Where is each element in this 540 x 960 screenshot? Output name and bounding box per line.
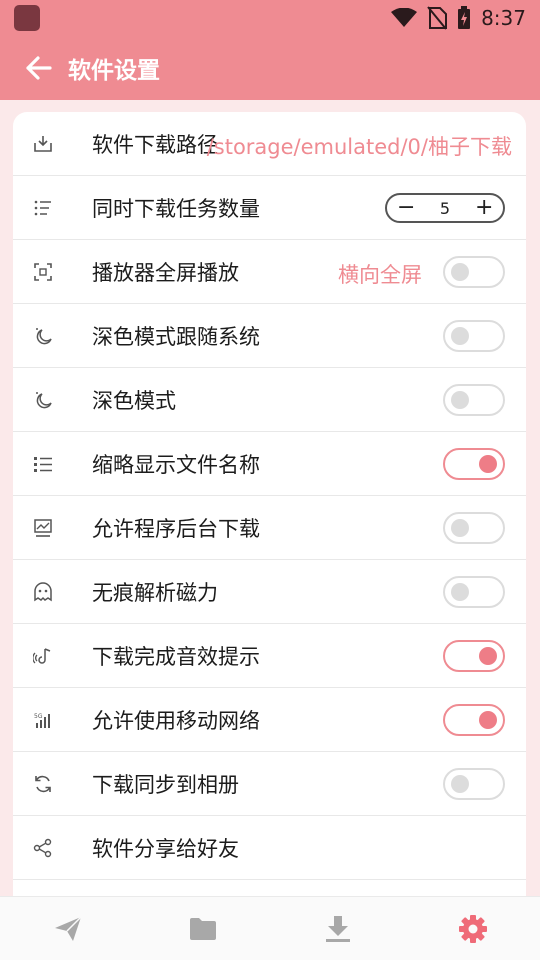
arrow-left-icon[interactable] [24, 53, 54, 83]
setting-label: 下载同步到相册 [92, 772, 239, 797]
toggle-knob [479, 455, 497, 473]
setting-label: 深色模式 [92, 388, 176, 413]
sound-hint-toggle[interactable] [443, 640, 505, 672]
setting-sync-album: 下载同步到相册 [13, 752, 526, 816]
dark-mode-toggle[interactable] [443, 384, 505, 416]
fullscreen-toggle[interactable] [443, 256, 505, 288]
download-path-value: /storage/emulated/0/柚子下载 [206, 135, 512, 159]
setting-traceless-magnet: 无痕解析磁力 [13, 560, 526, 624]
fullscreen-icon [33, 262, 53, 282]
setting-fullscreen: 播放器全屏播放 横向全屏 [13, 240, 526, 304]
toggle-knob [451, 263, 469, 281]
settings-list: 软件下载路径 /storage/emulated/0/柚子下载 同时下载任务数量… [13, 112, 526, 912]
setting-label: 深色模式跟随系统 [92, 324, 260, 349]
setting-label: 允许使用移动网络 [92, 708, 260, 733]
folder-icon[interactable] [173, 899, 233, 959]
stepper-minus-button[interactable]: − [397, 197, 415, 219]
setting-sound-hint: 下载完成音效提示 [13, 624, 526, 688]
setting-short-filename: 缩略显示文件名称 [13, 432, 526, 496]
moon-icon [33, 390, 53, 410]
wifi-icon [391, 8, 418, 28]
ghost-icon [33, 581, 53, 602]
setting-label: 下载完成音效提示 [92, 644, 260, 669]
status-time: 8:37 [481, 6, 526, 30]
sound-icon [33, 646, 53, 666]
toggle-knob [451, 583, 469, 601]
mobile-network-toggle[interactable] [443, 704, 505, 736]
app-bar: 软件设置 [0, 36, 540, 100]
setting-share[interactable]: 软件分享给好友 [13, 816, 526, 880]
share-icon [33, 838, 53, 858]
setting-label: 同时下载任务数量 [92, 196, 260, 221]
status-bar: 8:37 [0, 0, 540, 36]
setting-label: 播放器全屏播放 [92, 260, 239, 285]
toggle-knob [479, 647, 497, 665]
svg-text:5G: 5G [34, 713, 43, 720]
setting-background-download: 允许程序后台下载 [13, 496, 526, 560]
download-tray-icon [33, 134, 53, 154]
stepper-value: 5 [439, 198, 451, 218]
fullscreen-mode-value[interactable]: 横向全屏 [338, 259, 422, 289]
short-filename-toggle[interactable] [443, 448, 505, 480]
setting-mobile-network: 5G 允许使用移动网络 [13, 688, 526, 752]
concurrent-stepper: − 5 + [385, 193, 505, 223]
battery-charging-icon [457, 6, 471, 30]
page-title: 软件设置 [68, 58, 160, 84]
dark-follow-toggle[interactable] [443, 320, 505, 352]
toggle-knob [451, 327, 469, 345]
setting-dark-mode: 深色模式 [13, 368, 526, 432]
sync-album-toggle[interactable] [443, 768, 505, 800]
toggle-knob [451, 391, 469, 409]
toggle-knob [451, 775, 469, 793]
no-sim-icon [427, 6, 448, 30]
setting-download-path[interactable]: 软件下载路径 /storage/emulated/0/柚子下载 [13, 112, 526, 176]
stepper-plus-button[interactable]: + [475, 197, 493, 219]
setting-label: 允许程序后台下载 [92, 516, 260, 541]
app-icon [14, 5, 40, 31]
background-download-toggle[interactable] [443, 512, 505, 544]
traceless-toggle[interactable] [443, 576, 505, 608]
setting-label: 无痕解析磁力 [92, 580, 218, 605]
setting-concurrent-tasks: 同时下载任务数量 − 5 + [13, 176, 526, 240]
toggle-knob [451, 519, 469, 537]
setting-label: 软件分享给好友 [92, 836, 239, 861]
bottom-nav [0, 896, 540, 960]
toggle-knob [479, 711, 497, 729]
moon-icon [33, 326, 53, 346]
setting-label: 软件下载路径 [92, 132, 218, 157]
signal-icon: 5G [33, 710, 53, 730]
bulleted-list-icon [33, 454, 53, 474]
sync-icon [33, 774, 53, 794]
setting-label: 缩略显示文件名称 [92, 452, 260, 477]
status-icons: 8:37 [391, 6, 526, 30]
list-icon [33, 198, 53, 218]
monitor-chart-icon [33, 518, 53, 538]
setting-dark-follow-system: 深色模式跟随系统 [13, 304, 526, 368]
send-icon[interactable] [38, 899, 98, 959]
download-icon[interactable] [308, 899, 368, 959]
settings-gear-icon[interactable] [443, 899, 503, 959]
